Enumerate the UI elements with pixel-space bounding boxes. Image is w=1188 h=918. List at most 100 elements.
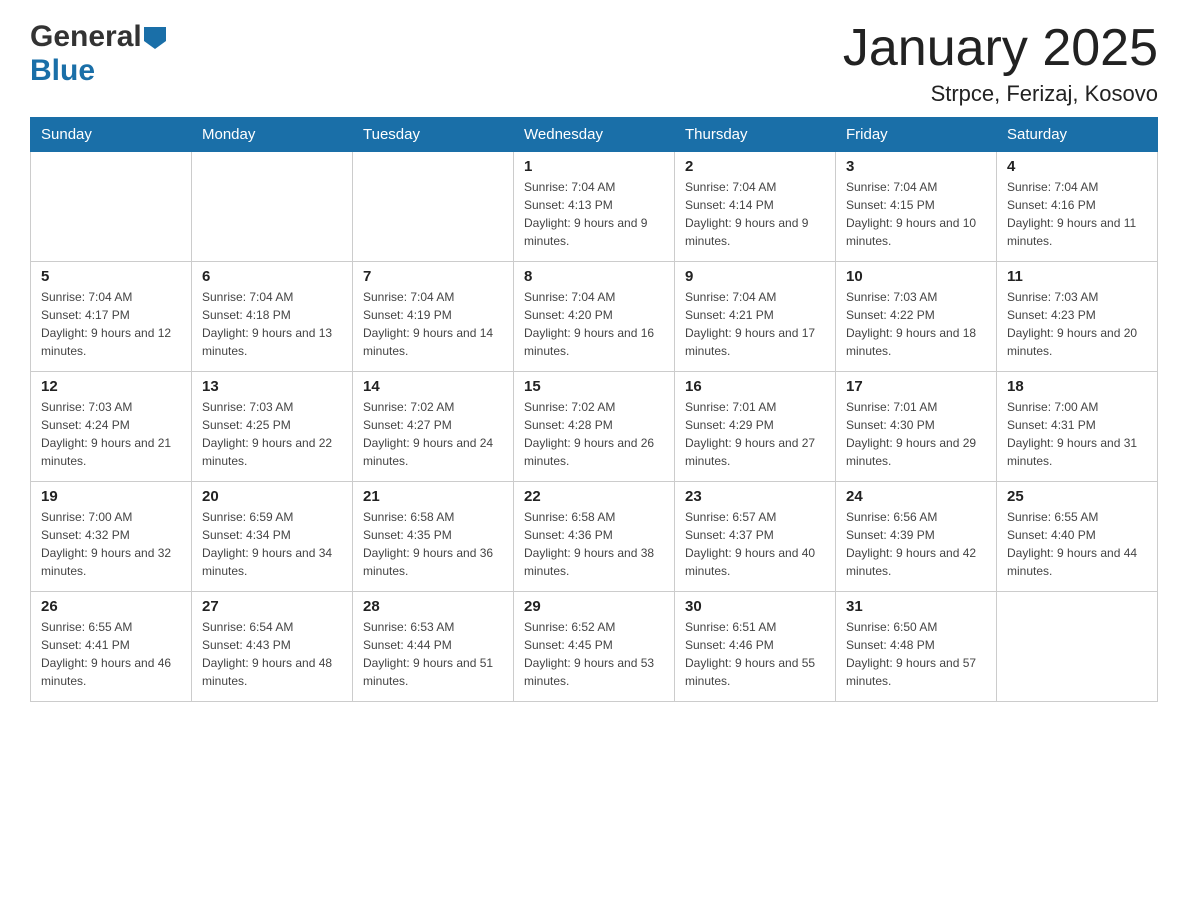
day-number: 31: [846, 598, 986, 615]
calendar-location: Strpce, Ferizaj, Kosovo: [843, 81, 1158, 107]
day-info: Sunrise: 6:53 AM Sunset: 4:44 PM Dayligh…: [363, 618, 503, 690]
logo-blue-text: Blue: [30, 54, 95, 87]
day-number: 2: [685, 158, 825, 175]
day-number: 3: [846, 158, 986, 175]
day-info: Sunrise: 7:04 AM Sunset: 4:18 PM Dayligh…: [202, 288, 342, 360]
day-number: 9: [685, 268, 825, 285]
day-info: Sunrise: 7:00 AM Sunset: 4:31 PM Dayligh…: [1007, 398, 1147, 470]
day-number: 29: [524, 598, 664, 615]
calendar-week-row: 26 Sunrise: 6:55 AM Sunset: 4:41 PM Dayli…: [31, 592, 1158, 702]
header-day-saturday: Saturday: [997, 118, 1158, 152]
calendar-cell: 6 Sunrise: 7:04 AM Sunset: 4:18 PM Daylig…: [192, 262, 353, 372]
logo-flag-icon: [144, 27, 166, 49]
calendar-cell: 15 Sunrise: 7:02 AM Sunset: 4:28 PM Dayli…: [514, 372, 675, 482]
day-number: 7: [363, 268, 503, 285]
page-header: General Blue January 2025 Strpce, Feriza…: [30, 20, 1158, 107]
day-number: 22: [524, 488, 664, 505]
calendar-cell: [192, 152, 353, 262]
day-info: Sunrise: 6:56 AM Sunset: 4:39 PM Dayligh…: [846, 508, 986, 580]
calendar-cell: 12Sunrise: 7:03 AM Sunset: 4:24 PM Dayli…: [31, 372, 192, 482]
calendar-table: SundayMondayTuesdayWednesdayThursdayFrid…: [30, 117, 1158, 702]
calendar-cell: 8 Sunrise: 7:04 AM Sunset: 4:20 PM Daylig…: [514, 262, 675, 372]
day-info: Sunrise: 7:03 AM Sunset: 4:23 PM Dayligh…: [1007, 288, 1147, 360]
day-info: Sunrise: 6:55 AM Sunset: 4:40 PM Dayligh…: [1007, 508, 1147, 580]
day-info: Sunrise: 7:02 AM Sunset: 4:28 PM Dayligh…: [524, 398, 664, 470]
day-number: 19: [41, 488, 181, 505]
day-info: Sunrise: 7:04 AM Sunset: 4:21 PM Dayligh…: [685, 288, 825, 360]
logo-general-text: General: [30, 20, 142, 54]
day-number: 10: [846, 268, 986, 285]
calendar-cell: 7 Sunrise: 7:04 AM Sunset: 4:19 PM Daylig…: [353, 262, 514, 372]
day-number: 15: [524, 378, 664, 395]
calendar-cell: 29 Sunrise: 6:52 AM Sunset: 4:45 PM Dayli…: [514, 592, 675, 702]
calendar-cell: 28 Sunrise: 6:53 AM Sunset: 4:44 PM Dayli…: [353, 592, 514, 702]
day-info: Sunrise: 7:04 AM Sunset: 4:14 PM Dayligh…: [685, 178, 825, 250]
calendar-cell: 24 Sunrise: 6:56 AM Sunset: 4:39 PM Dayli…: [836, 482, 997, 592]
calendar-header-row: SundayMondayTuesdayWednesdayThursdayFrid…: [31, 118, 1158, 152]
day-number: 27: [202, 598, 342, 615]
day-info: Sunrise: 7:04 AM Sunset: 4:15 PM Dayligh…: [846, 178, 986, 250]
day-info: Sunrise: 6:55 AM Sunset: 4:41 PM Dayligh…: [41, 618, 181, 690]
header-day-friday: Friday: [836, 118, 997, 152]
day-info: Sunrise: 7:04 AM Sunset: 4:13 PM Dayligh…: [524, 178, 664, 250]
calendar-cell: [997, 592, 1158, 702]
calendar-cell: 23 Sunrise: 6:57 AM Sunset: 4:37 PM Dayli…: [675, 482, 836, 592]
day-number: 5: [41, 268, 181, 285]
day-info: Sunrise: 6:52 AM Sunset: 4:45 PM Dayligh…: [524, 618, 664, 690]
calendar-cell: 2 Sunrise: 7:04 AM Sunset: 4:14 PM Daylig…: [675, 152, 836, 262]
day-number: 11: [1007, 268, 1147, 285]
day-number: 26: [41, 598, 181, 615]
header-day-wednesday: Wednesday: [514, 118, 675, 152]
calendar-cell: 9 Sunrise: 7:04 AM Sunset: 4:21 PM Daylig…: [675, 262, 836, 372]
day-number: 12: [41, 378, 181, 395]
calendar-cell: 22 Sunrise: 6:58 AM Sunset: 4:36 PM Dayli…: [514, 482, 675, 592]
calendar-week-row: 19 Sunrise: 7:00 AM Sunset: 4:32 PM Dayli…: [31, 482, 1158, 592]
day-number: 20: [202, 488, 342, 505]
logo: General Blue: [30, 20, 166, 88]
calendar-cell: 1 Sunrise: 7:04 AM Sunset: 4:13 PM Daylig…: [514, 152, 675, 262]
day-number: 30: [685, 598, 825, 615]
calendar-cell: 25 Sunrise: 6:55 AM Sunset: 4:40 PM Dayli…: [997, 482, 1158, 592]
day-number: 23: [685, 488, 825, 505]
day-number: 13: [202, 378, 342, 395]
day-number: 1: [524, 158, 664, 175]
calendar-cell: 21Sunrise: 6:58 AM Sunset: 4:35 PM Dayli…: [353, 482, 514, 592]
header-day-tuesday: Tuesday: [353, 118, 514, 152]
day-info: Sunrise: 7:01 AM Sunset: 4:30 PM Dayligh…: [846, 398, 986, 470]
calendar-cell: 20Sunrise: 6:59 AM Sunset: 4:34 PM Dayli…: [192, 482, 353, 592]
day-info: Sunrise: 7:04 AM Sunset: 4:20 PM Dayligh…: [524, 288, 664, 360]
header-day-thursday: Thursday: [675, 118, 836, 152]
calendar-week-row: 5 Sunrise: 7:04 AM Sunset: 4:17 PM Daylig…: [31, 262, 1158, 372]
calendar-cell: 11 Sunrise: 7:03 AM Sunset: 4:23 PM Dayli…: [997, 262, 1158, 372]
day-info: Sunrise: 6:57 AM Sunset: 4:37 PM Dayligh…: [685, 508, 825, 580]
calendar-cell: [353, 152, 514, 262]
calendar-cell: 30Sunrise: 6:51 AM Sunset: 4:46 PM Dayli…: [675, 592, 836, 702]
day-number: 28: [363, 598, 503, 615]
calendar-week-row: 1 Sunrise: 7:04 AM Sunset: 4:13 PM Daylig…: [31, 152, 1158, 262]
day-number: 17: [846, 378, 986, 395]
day-info: Sunrise: 7:04 AM Sunset: 4:17 PM Dayligh…: [41, 288, 181, 360]
calendar-cell: 3 Sunrise: 7:04 AM Sunset: 4:15 PM Daylig…: [836, 152, 997, 262]
day-info: Sunrise: 7:03 AM Sunset: 4:25 PM Dayligh…: [202, 398, 342, 470]
day-number: 6: [202, 268, 342, 285]
day-number: 25: [1007, 488, 1147, 505]
calendar-cell: 4Sunrise: 7:04 AM Sunset: 4:16 PM Daylig…: [997, 152, 1158, 262]
day-number: 18: [1007, 378, 1147, 395]
calendar-cell: 10Sunrise: 7:03 AM Sunset: 4:22 PM Dayli…: [836, 262, 997, 372]
day-info: Sunrise: 7:04 AM Sunset: 4:19 PM Dayligh…: [363, 288, 503, 360]
calendar-cell: 27 Sunrise: 6:54 AM Sunset: 4:43 PM Dayli…: [192, 592, 353, 702]
calendar-week-row: 12Sunrise: 7:03 AM Sunset: 4:24 PM Dayli…: [31, 372, 1158, 482]
header-day-sunday: Sunday: [31, 118, 192, 152]
day-info: Sunrise: 7:00 AM Sunset: 4:32 PM Dayligh…: [41, 508, 181, 580]
day-number: 24: [846, 488, 986, 505]
calendar-cell: 26 Sunrise: 6:55 AM Sunset: 4:41 PM Dayli…: [31, 592, 192, 702]
day-info: Sunrise: 6:58 AM Sunset: 4:36 PM Dayligh…: [524, 508, 664, 580]
day-info: Sunrise: 7:02 AM Sunset: 4:27 PM Dayligh…: [363, 398, 503, 470]
day-number: 8: [524, 268, 664, 285]
calendar-cell: 14Sunrise: 7:02 AM Sunset: 4:27 PM Dayli…: [353, 372, 514, 482]
calendar-cell: 19 Sunrise: 7:00 AM Sunset: 4:32 PM Dayli…: [31, 482, 192, 592]
header-day-monday: Monday: [192, 118, 353, 152]
day-info: Sunrise: 6:54 AM Sunset: 4:43 PM Dayligh…: [202, 618, 342, 690]
calendar-cell: 13 Sunrise: 7:03 AM Sunset: 4:25 PM Dayli…: [192, 372, 353, 482]
day-info: Sunrise: 6:58 AM Sunset: 4:35 PM Dayligh…: [363, 508, 503, 580]
